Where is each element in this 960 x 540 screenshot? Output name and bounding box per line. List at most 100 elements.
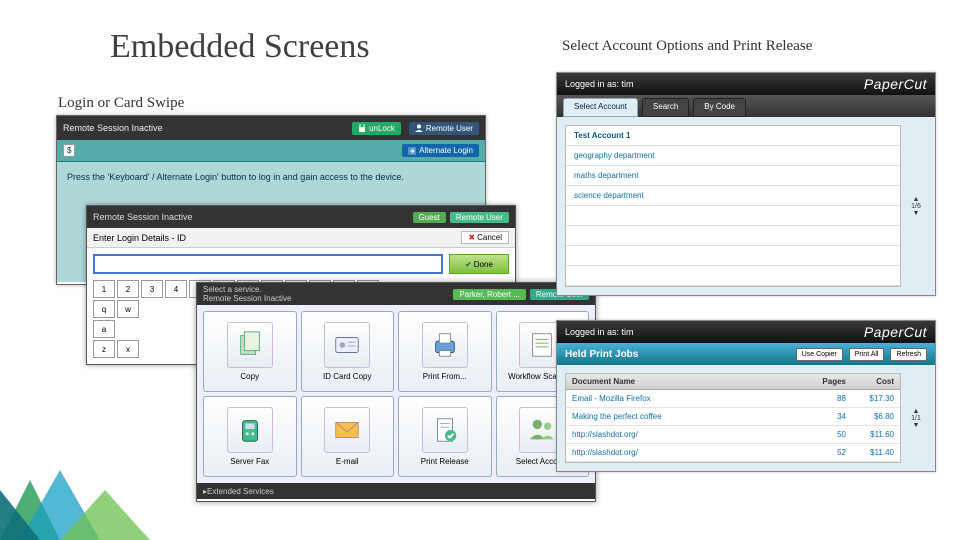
done-button[interactable]: Done	[449, 254, 509, 274]
job-cost: $11.60	[846, 430, 894, 439]
scroll-indicator[interactable]: ▲1/6▼	[905, 196, 927, 217]
key-x[interactable]: x	[117, 340, 139, 358]
tile-label: E-mail	[336, 457, 359, 466]
cancel-label: Cancel	[477, 233, 502, 242]
job-doc: Making the perfect coffee	[572, 412, 806, 421]
user-icon	[415, 124, 423, 132]
col-document: Document Name	[572, 377, 806, 386]
key-2[interactable]: 2	[117, 280, 139, 298]
tile-e-mail[interactable]: E-mail	[301, 396, 395, 477]
user-name-badge[interactable]: Parker, Robert ...	[453, 289, 525, 300]
p1-logged-in: Logged in as: tim	[565, 79, 634, 89]
remote-user-button[interactable]: Remote User	[409, 122, 479, 135]
key-z[interactable]: z	[93, 340, 115, 358]
tile-label: Copy	[240, 372, 259, 381]
alt-login-label: Alternate Login	[419, 146, 473, 155]
job-cost: $6.80	[846, 412, 894, 421]
job-row[interactable]: http://slashdot.org/52$11.40	[566, 444, 900, 462]
tile-label: Server Fax	[230, 457, 269, 466]
job-pages: 34	[806, 412, 846, 421]
ext-label: Extended Services	[207, 487, 274, 496]
col-pages: Pages	[806, 377, 846, 386]
use-copier-button[interactable]: Use Copier	[796, 348, 843, 361]
tab-search[interactable]: Search	[642, 98, 689, 117]
p2-scroll-indicator[interactable]: ▲1/1▼	[905, 408, 927, 429]
tab-select-account[interactable]: Select Account	[563, 98, 638, 117]
language-selector[interactable]: $	[63, 144, 75, 157]
tile-server-fax[interactable]: Server Fax	[203, 396, 297, 477]
account-item[interactable]: maths department	[566, 166, 900, 186]
refresh-button[interactable]: Refresh	[890, 348, 927, 361]
job-row[interactable]: Email - Mozilla Firefox88$17.30	[566, 390, 900, 408]
s1-status: Remote Session Inactive	[63, 123, 163, 133]
guest-button[interactable]: Guest	[413, 212, 446, 223]
s2-status: Remote Session Inactive	[93, 212, 193, 222]
done-label: Done	[474, 260, 493, 269]
tile-icon	[422, 407, 468, 453]
tab-by-code[interactable]: By Code	[693, 98, 746, 117]
alt-login-button[interactable]: Alternate Login	[402, 144, 479, 157]
right-subtitle: Select Account Options and Print Release	[562, 38, 812, 55]
account-item[interactable]: Test Account 1	[566, 126, 900, 146]
tile-icon	[324, 322, 370, 368]
job-pages: 50	[806, 430, 846, 439]
account-item	[566, 266, 900, 286]
remote-button-2[interactable]: Remote User	[450, 212, 509, 223]
job-cost: $11.40	[846, 448, 894, 457]
col-cost: Cost	[846, 377, 894, 386]
key-1[interactable]: 1	[93, 280, 115, 298]
unlock-label: unLock	[369, 124, 395, 133]
left-subtitle: Login or Card Swipe	[58, 95, 184, 112]
tile-label: Print From...	[423, 372, 467, 381]
tile-id-card-copy[interactable]: ID Card Copy	[301, 311, 395, 392]
tile-icon	[324, 407, 370, 453]
p1-counter: 1/6	[911, 203, 921, 210]
tile-print-release[interactable]: Print Release	[398, 396, 492, 477]
job-doc: http://slashdot.org/	[572, 448, 806, 457]
print-release-panel: Logged in as: tim PaperCut Held Print Jo…	[556, 320, 936, 472]
left-column: Remote Session Inactive unLock Remote Us…	[56, 115, 536, 535]
job-doc: http://slashdot.org/	[572, 430, 806, 439]
account-item	[566, 206, 900, 226]
unlock-button[interactable]: unLock	[352, 122, 401, 135]
id-label: Enter Login Details - ID	[93, 233, 186, 243]
slide-title: Embedded Screens	[110, 28, 370, 66]
account-item	[566, 246, 900, 266]
tile-label: Print Release	[421, 457, 469, 466]
key-q[interactable]: q	[93, 300, 115, 318]
services-screen: Select a service. Remote Session Inactiv…	[196, 282, 596, 502]
job-doc: Email - Mozilla Firefox	[572, 394, 806, 403]
held-jobs-title: Held Print Jobs	[565, 349, 638, 360]
key-a[interactable]: a	[93, 320, 115, 338]
p2-counter: 1/1	[911, 415, 921, 422]
job-row[interactable]: http://slashdot.org/50$11.60	[566, 426, 900, 444]
key-3[interactable]: 3	[141, 280, 163, 298]
tile-icon	[227, 407, 273, 453]
login-id-input[interactable]	[93, 254, 443, 274]
remote-user-label: Remote User	[426, 124, 473, 133]
job-pages: 88	[806, 394, 846, 403]
account-item	[566, 226, 900, 246]
right-column: Logged in as: tim PaperCut Select Accoun…	[556, 72, 946, 496]
papercut-logo-2: PaperCut	[864, 324, 927, 340]
account-item[interactable]: geography department	[566, 146, 900, 166]
papercut-logo: PaperCut	[864, 76, 927, 92]
tile-icon	[227, 322, 273, 368]
account-item[interactable]: science department	[566, 186, 900, 206]
key-4[interactable]: 4	[165, 280, 187, 298]
extended-services-bar[interactable]: ▸ Extended Services	[197, 483, 595, 499]
tile-label: ID Card Copy	[323, 372, 371, 381]
s3-status: Select a service. Remote Session Inactiv…	[203, 285, 292, 303]
job-cost: $17.30	[846, 394, 894, 403]
print-all-button[interactable]: Print All	[849, 348, 885, 361]
job-row[interactable]: Making the perfect coffee34$6.80	[566, 408, 900, 426]
tile-print-from-[interactable]: Print From...	[398, 311, 492, 392]
lock-icon	[358, 124, 366, 132]
p2-logged-in: Logged in as: tim	[565, 327, 634, 337]
login-icon	[408, 147, 416, 155]
tile-copy[interactable]: Copy	[203, 311, 297, 392]
tile-icon	[422, 322, 468, 368]
job-pages: 52	[806, 448, 846, 457]
cancel-button[interactable]: Cancel	[461, 231, 509, 244]
key-w[interactable]: w	[117, 300, 139, 318]
